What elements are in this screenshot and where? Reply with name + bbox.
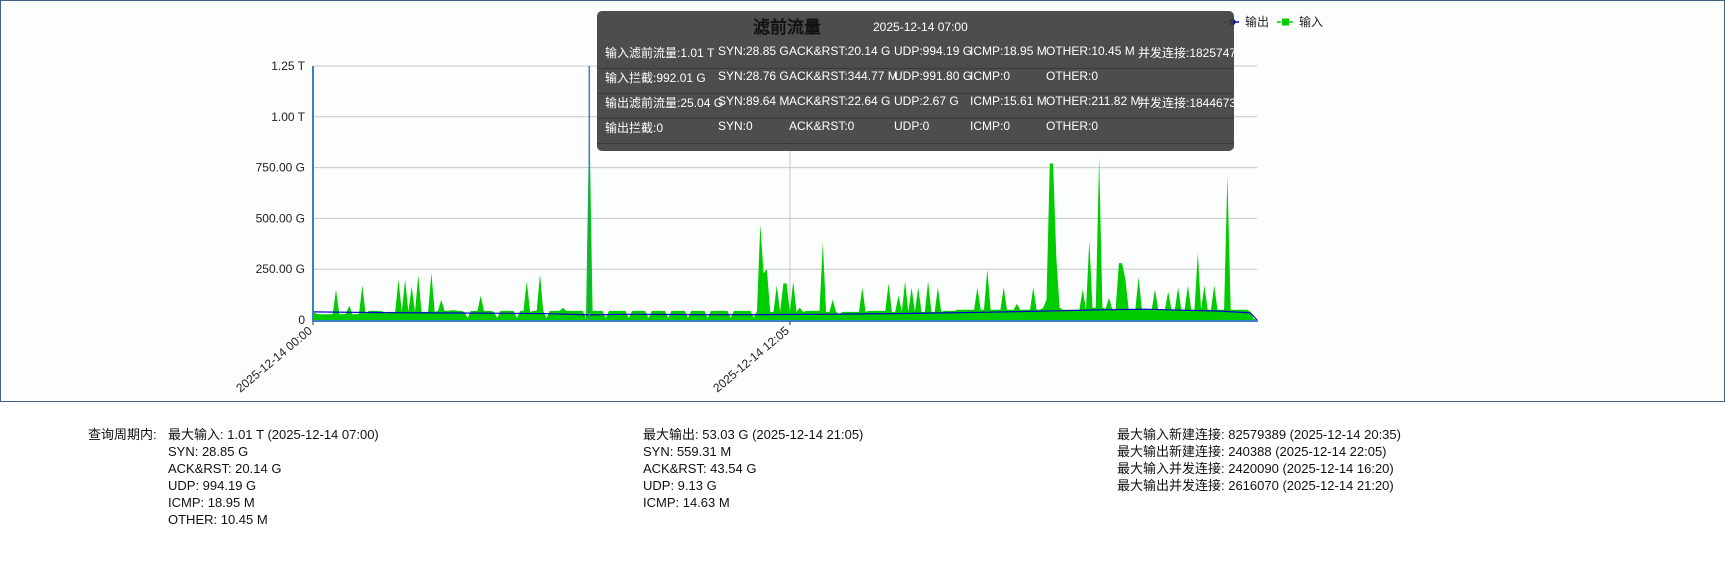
tooltip-cell: SYN:28.76 G xyxy=(718,69,789,83)
tooltip-cell: OTHER:0 xyxy=(1046,119,1099,133)
stats-connection-column: 最大输入新建连接: 82579389 (2025-12-14 20:35) 最大输… xyxy=(1117,426,1401,494)
y-tick-label: 500.00 G xyxy=(256,211,305,225)
tooltip-cell: OTHER:10.45 M xyxy=(1046,44,1135,58)
tooltip-cell: ACK&RST:0 xyxy=(789,119,855,133)
stats-label: 查询周期内: xyxy=(88,427,157,442)
tooltip-time: 2025-12-14 07:00 xyxy=(873,20,968,34)
tooltip-cell: UDP:0 xyxy=(894,119,930,133)
tooltip-cell: ICMP:0 xyxy=(970,69,1011,83)
tooltip-title: 滤前流量 xyxy=(753,18,821,37)
square-line-icon xyxy=(1277,18,1296,25)
stat-line: UDP: 994.19 G xyxy=(168,478,257,493)
y-tick-label: 250.00 G xyxy=(256,262,305,276)
y-tick-label: 1.00 T xyxy=(271,110,305,124)
stat-line: OTHER: 10.45 M xyxy=(168,512,268,527)
stat-line: 最大输出: 53.03 G (2025-12-14 21:05) xyxy=(643,427,864,442)
tooltip-cell: OTHER:211.82 M xyxy=(1046,94,1141,108)
tooltip-cell: SYN:28.85 G xyxy=(718,44,789,58)
tooltip-cell: 输出滤前流量:25.04 G xyxy=(605,96,724,110)
tooltip-cell: SYN:89.64 M xyxy=(718,94,790,108)
tooltip-cell: ICMP:15.61 M xyxy=(970,94,1047,108)
stat-line: ICMP: 18.95 M xyxy=(168,495,255,510)
stat-line: ACK&RST: 43.54 G xyxy=(643,461,757,476)
tooltip-cell: UDP:994.19 G xyxy=(894,44,973,58)
tooltip-row: 输出拦截:0 SYN:0 ACK&RST:0 UDP:0 ICMP:0 OTHER:0 xyxy=(597,118,1234,144)
stat-line: 最大输入新建连接: 82579389 (2025-12-14 20:35) xyxy=(1117,427,1401,442)
tooltip-cell: 输入滤前流量:1.01 T xyxy=(605,46,715,60)
stat-line: SYN: 28.85 G xyxy=(168,444,249,459)
tooltip-cell: 输入拦截:992.01 G xyxy=(605,71,706,85)
stat-line: 最大输入并发连接: 2420090 (2025-12-14 16:20) xyxy=(1117,461,1394,476)
stats-output-column: 最大输出: 53.03 G (2025-12-14 21:05) SYN: 559… xyxy=(643,426,863,511)
tooltip-cell: ICMP:0 xyxy=(970,119,1011,133)
chart-container: 0 250.00 G 500.00 G 750.00 G 1.00 T 1.25 T 202… xyxy=(0,0,1725,402)
stat-line: UDP: 9.13 G xyxy=(643,478,717,493)
tooltip-cell: ICMP:18.95 M xyxy=(970,44,1047,58)
tooltip-cell: OTHER:0 xyxy=(1046,69,1099,83)
tooltip-cell: 并发连接:1825747 xyxy=(1138,46,1237,60)
tooltip-cell: ACK&RST:22.64 G xyxy=(789,94,891,108)
stat-line: ICMP: 14.63 M xyxy=(643,495,730,510)
tooltip-row: 输出滤前流量:25.04 G SYN:89.64 M ACK&RST:22.64 G… xyxy=(597,93,1237,119)
y-tick-label: 750.00 G xyxy=(256,161,305,175)
x-tick-label: 2025-12-14 00:00 xyxy=(233,323,315,395)
stat-line: 最大输入: 1.01 T (2025-12-14 07:00) xyxy=(168,427,379,442)
stats-input-column: 最大输入: 1.01 T (2025-12-14 07:00) SYN: 28.8… xyxy=(168,426,379,528)
x-tick-label: 2025-12-14 12:05 xyxy=(710,323,792,395)
legend-label-input: 输入 xyxy=(1299,15,1324,29)
legend-item-input[interactable]: 输入 xyxy=(1277,13,1323,30)
stat-line: SYN: 559.31 M xyxy=(643,444,732,459)
tooltip-cell: ACK&RST:344.77 M xyxy=(789,69,898,83)
tooltip-row: 输入滤前流量:1.01 T SYN:28.85 G ACK&RST:20.14 GU… xyxy=(597,43,1237,69)
tooltip-cell: UDP:991.80 G xyxy=(894,69,973,83)
tooltip-cell: ACK&RST:20.14 G xyxy=(789,44,891,58)
legend: 输出 输入 xyxy=(1223,13,1323,30)
tooltip-cell: 输出拦截:0 xyxy=(605,121,664,135)
tooltip-cell: 并发连接:1844673 xyxy=(1138,96,1237,110)
tooltip-cell: SYN:0 xyxy=(718,119,753,133)
tooltip-cell: UDP:2.67 G xyxy=(894,94,959,108)
tooltip: 滤前流量 2025-12-14 07:00 输入滤前流量:1.01 T SYN:2… xyxy=(597,11,1237,151)
y-tick-label: 1.25 T xyxy=(271,59,305,73)
stat-line: ACK&RST: 20.14 G xyxy=(168,461,282,476)
legend-label-output: 输出 xyxy=(1245,15,1270,29)
stat-line: 最大输出新建连接: 240388 (2025-12-14 22:05) xyxy=(1117,444,1387,459)
tooltip-row: 输入拦截:992.01 G SYN:28.76 G ACK&RST:344.77 M… xyxy=(597,68,1234,94)
stat-line: 最大输出并发连接: 2616070 (2025-12-14 21:20) xyxy=(1117,478,1394,493)
